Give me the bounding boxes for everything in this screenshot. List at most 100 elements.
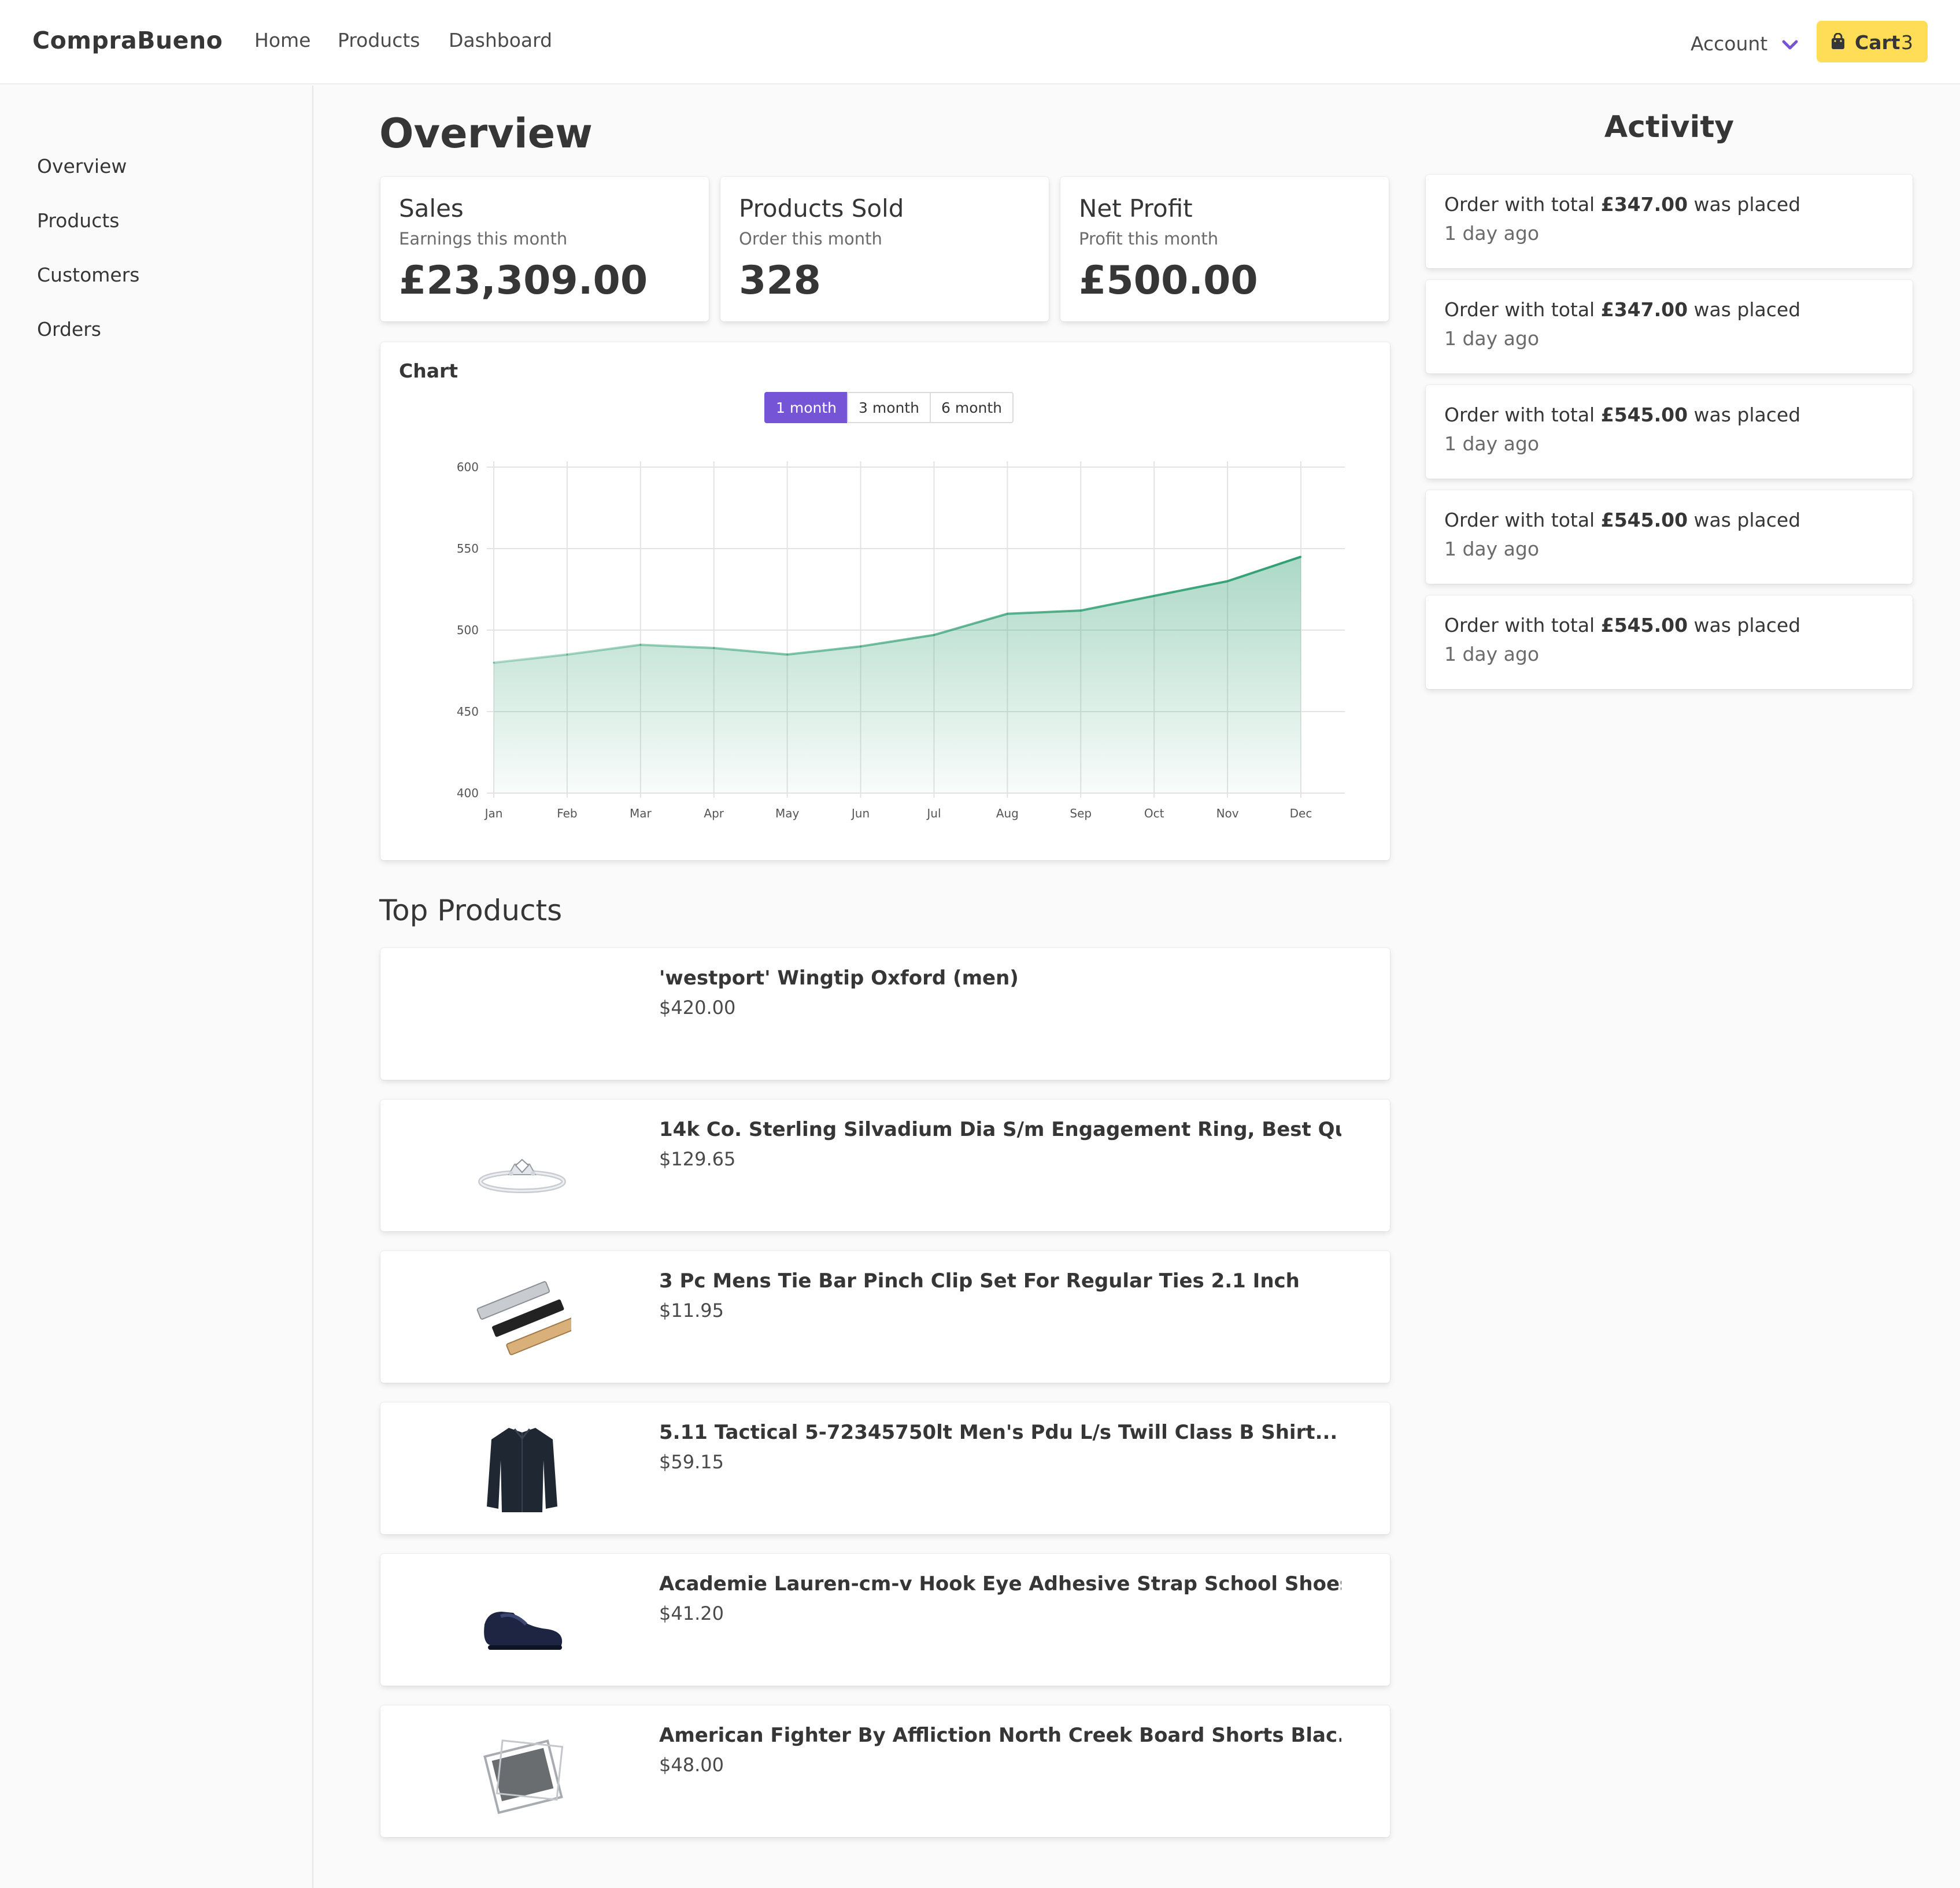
stat-value: 328 — [739, 258, 821, 303]
data-point — [493, 661, 495, 664]
activity-text: Order with total £545.00 was placed — [1444, 614, 1801, 636]
data-point — [713, 647, 715, 649]
cart-count-badge: 3 — [1901, 31, 1913, 54]
y-tick-label: 400 — [457, 786, 479, 800]
activity-item: Order with total £545.00 was placed 1 da… — [1426, 595, 1913, 689]
product-name[interactable]: 14k Co. Sterling Silvadium Dia S/m Engag… — [659, 1118, 1341, 1141]
shirt-icon — [487, 1428, 557, 1512]
product-card[interactable]: 14k Co. Sterling Silvadium Dia S/m Engag… — [380, 1100, 1390, 1231]
cart-button[interactable]: Cart 3 — [1817, 21, 1928, 62]
x-tick-label: Apr — [704, 806, 724, 820]
order-total: £347.00 — [1600, 193, 1688, 216]
nav-link-products[interactable]: Products — [338, 29, 420, 51]
activity-item: Order with total £347.00 was placed 1 da… — [1426, 175, 1913, 268]
x-tick-label: Jul — [926, 806, 941, 820]
data-point — [1226, 580, 1229, 582]
image-placeholder-icon — [483, 1739, 564, 1815]
stat-card-sales: Sales Earnings this month £23,309.00 — [380, 177, 709, 321]
activity-text: Order with total £545.00 was placed — [1444, 509, 1801, 531]
data-point — [639, 643, 642, 646]
data-point — [933, 634, 935, 636]
y-tick-label: 450 — [457, 705, 479, 719]
stat-subtitle: Earnings this month — [399, 229, 568, 249]
sidebar: Overview Products Customers Orders — [0, 86, 313, 1888]
activity-time: 1 day ago — [1444, 327, 1540, 350]
shoe-icon — [484, 1612, 563, 1650]
page-title: Overview — [379, 110, 593, 157]
sidebar-item-products[interactable]: Products — [37, 209, 120, 232]
nav-link-home[interactable]: Home — [254, 29, 310, 51]
product-name[interactable]: Academie Lauren-cm-v Hook Eye Adhesive S… — [659, 1572, 1341, 1595]
activity-text: Order with total £347.00 was placed — [1444, 193, 1801, 216]
activity-item: Order with total £545.00 was placed 1 da… — [1426, 490, 1913, 584]
product-price: $59.15 — [659, 1451, 724, 1473]
x-tick-label: Feb — [557, 806, 577, 820]
activity-time: 1 day ago — [1444, 538, 1540, 560]
product-name[interactable]: 3 Pc Mens Tie Bar Pinch Clip Set For Reg… — [659, 1269, 1300, 1293]
area-chart: 400 450 500 550 600 Jan Feb Mar Apr May Jun Jul Aug S… — [457, 460, 1345, 820]
product-price: $129.65 — [659, 1148, 736, 1170]
product-name[interactable]: 5.11 Tactical 5-72345750lt Men's Pdu L/s… — [659, 1421, 1337, 1444]
x-tick-label: Jun — [850, 806, 870, 820]
activity-time: 1 day ago — [1444, 432, 1540, 455]
data-point — [1153, 595, 1155, 597]
activity-title: Activity — [1604, 110, 1735, 145]
x-tick-label: Mar — [630, 806, 652, 820]
sidebar-item-orders[interactable]: Orders — [37, 318, 101, 340]
x-tick-label: May — [775, 806, 800, 820]
tie-bar-icon — [476, 1281, 571, 1356]
activity-time: 1 day ago — [1444, 222, 1540, 245]
product-price: $48.00 — [659, 1754, 724, 1776]
product-name[interactable]: 'westport' Wingtip Oxford (men) — [659, 967, 1019, 990]
nav-link-dashboard[interactable]: Dashboard — [449, 29, 552, 51]
brand-logo[interactable]: CompraBueno — [32, 27, 223, 54]
x-tick-label: Jan — [484, 806, 503, 820]
order-total: £545.00 — [1600, 614, 1688, 636]
top-products-title: Top Products — [379, 894, 563, 927]
product-card[interactable]: 3 Pc Mens Tie Bar Pinch Clip Set For Reg… — [380, 1251, 1390, 1383]
x-tick-label: Dec — [1290, 806, 1312, 820]
cart-label: Cart — [1855, 31, 1900, 54]
activity-text: Order with total £545.00 was placed — [1444, 403, 1801, 426]
product-card[interactable]: Academie Lauren-cm-v Hook Eye Adhesive S… — [380, 1554, 1390, 1686]
shopping-bag-icon — [1832, 33, 1844, 49]
stat-value: £500.00 — [1079, 258, 1258, 303]
stat-subtitle: Profit this month — [1079, 229, 1219, 249]
sidebar-item-customers[interactable]: Customers — [37, 264, 140, 286]
stat-card-net-profit: Net Profit Profit this month £500.00 — [1060, 177, 1389, 321]
chart-card: Chart 1 month 3 month 6 month 400 450 500 5… — [380, 342, 1390, 860]
account-menu[interactable]: Account — [1691, 32, 1767, 55]
product-price: $11.95 — [659, 1300, 724, 1321]
x-tick-label: Oct — [1144, 806, 1164, 820]
sidebar-item-overview[interactable]: Overview — [37, 155, 127, 177]
product-card[interactable]: 'westport' Wingtip Oxford (men) $420.00 — [380, 948, 1390, 1080]
product-card[interactable]: 5.11 Tactical 5-72345750lt Men's Pdu L/s… — [380, 1402, 1390, 1534]
stat-card-products-sold: Products Sold Order this month 328 — [720, 177, 1049, 321]
product-card[interactable]: American Fighter By Affliction North Cre… — [380, 1705, 1390, 1837]
activity-item: Order with total £347.00 was placed 1 da… — [1426, 280, 1913, 373]
chevron-down-icon[interactable] — [1781, 38, 1799, 52]
x-tick-label: Nov — [1216, 806, 1239, 820]
x-tick-label: Sep — [1070, 806, 1092, 820]
product-name[interactable]: American Fighter By Affliction North Cre… — [659, 1724, 1341, 1747]
ring-icon — [478, 1158, 566, 1193]
data-point — [1300, 556, 1302, 558]
y-tick-label: 600 — [457, 460, 479, 474]
activity-time: 1 day ago — [1444, 643, 1540, 665]
order-total: £545.00 — [1600, 509, 1688, 531]
y-tick-label: 500 — [457, 623, 479, 637]
data-point — [566, 653, 568, 656]
stat-title: Products Sold — [739, 194, 904, 223]
series-area — [494, 557, 1301, 793]
product-price: $41.20 — [659, 1602, 724, 1624]
data-point — [860, 645, 862, 647]
order-total: £347.00 — [1600, 298, 1688, 321]
activity-item: Order with total £545.00 was placed 1 da… — [1426, 385, 1913, 479]
y-tick-label: 550 — [457, 542, 479, 556]
top-navbar: CompraBueno Home Products Dashboard Acco… — [0, 0, 1960, 84]
product-price: $420.00 — [659, 997, 736, 1019]
stat-title: Sales — [399, 194, 464, 223]
data-point — [1006, 613, 1008, 615]
data-point — [1079, 609, 1082, 612]
x-tick-label: Aug — [996, 806, 1019, 820]
